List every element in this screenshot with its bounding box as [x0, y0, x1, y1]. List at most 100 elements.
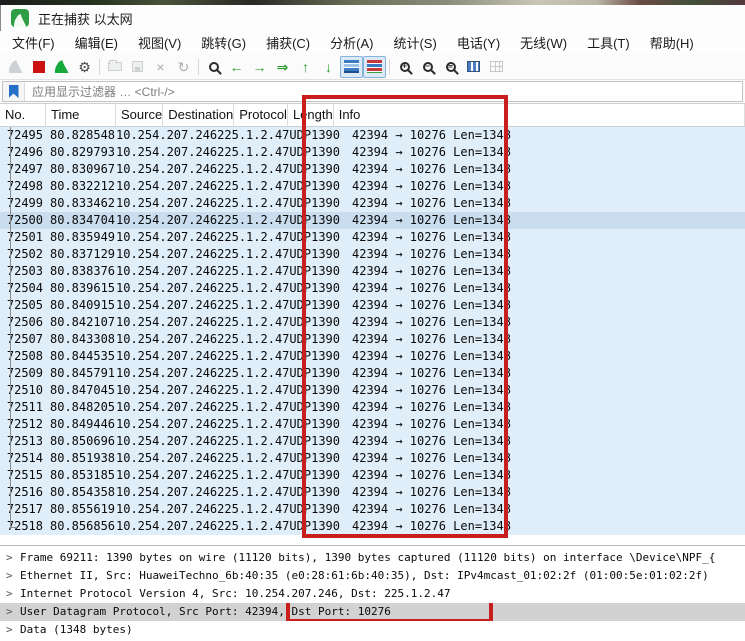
column-header-time[interactable]: Time	[46, 104, 116, 126]
expand-icon[interactable]: >	[6, 621, 20, 639]
reload-file-icon: ↻	[177, 58, 190, 75]
packet-row[interactable]: 72503 80.838376 10.254.207.246 225.1.2.47 UD…	[0, 263, 745, 280]
colorize-icon	[367, 60, 382, 73]
go-forward-button[interactable]: →	[248, 56, 271, 78]
filter-bookmark-button[interactable]	[3, 82, 25, 101]
column-header-protocol[interactable]: Protocol	[234, 104, 288, 126]
menu-item[interactable]: 捕获(C)	[256, 30, 320, 55]
go-back-button[interactable]: ←	[225, 56, 248, 78]
open-file-icon	[107, 60, 122, 71]
packet-row[interactable]: 72497 80.830967 10.254.207.246 225.1.2.47 UD…	[0, 161, 745, 178]
cell-time: 80.849446	[50, 417, 116, 431]
detail-line-data[interactable]: > Data (1348 bytes)	[0, 621, 745, 639]
cell-time: 80.843308	[50, 332, 116, 346]
packet-row[interactable]: 72509 80.845791 10.254.207.246 225.1.2.47 UD…	[0, 365, 745, 382]
menu-item[interactable]: 统计(S)	[383, 30, 446, 55]
packet-row[interactable]: 72511 80.848205 10.254.207.246 225.1.2.47 UD…	[0, 399, 745, 416]
cell-source: 10.254.207.246	[116, 281, 218, 295]
column-header-length[interactable]: Length	[288, 104, 334, 126]
close-file-icon: ×	[156, 58, 165, 75]
expand-icon[interactable]: >	[6, 603, 20, 621]
cell-time: 80.830967	[50, 162, 116, 176]
packet-row[interactable]: 72516 80.854358 10.254.207.246 225.1.2.47 UD…	[0, 484, 745, 501]
packet-row[interactable]: 72502 80.837129 10.254.207.246 225.1.2.47 UD…	[0, 246, 745, 263]
menu-item[interactable]: 跳转(G)	[191, 30, 256, 55]
restart-capture-button[interactable]	[50, 56, 73, 78]
column-header-no[interactable]: No.	[0, 104, 46, 126]
menu-item[interactable]: 工具(T)	[577, 30, 640, 55]
packet-row[interactable]: 72515 80.853185 10.254.207.246 225.1.2.47 UD…	[0, 467, 745, 484]
packet-row[interactable]: 72510 80.847045 10.254.207.246 225.1.2.47 UD…	[0, 382, 745, 399]
cell-no: 72518	[6, 519, 43, 533]
column-header-source[interactable]: Source	[116, 104, 164, 126]
packet-row[interactable]: 72496 80.829793 10.254.207.246 225.1.2.47 UD…	[0, 144, 745, 161]
cell-info: 42394 → 10276 Len=1348	[352, 213, 511, 227]
cell-no: 72509	[6, 366, 43, 380]
shark-fin-icon	[13, 14, 27, 27]
stop-capture-button[interactable]	[27, 56, 50, 78]
detail-text: Internet Protocol Version 4, Src: 10.254…	[20, 587, 451, 600]
detail-line-ip[interactable]: > Internet Protocol Version 4, Src: 10.25…	[0, 585, 745, 603]
start-capture-button	[4, 56, 27, 78]
find-packet-button[interactable]	[202, 56, 225, 78]
menu-item[interactable]: 帮助(H)	[640, 30, 704, 55]
packet-row[interactable]: 72512 80.849446 10.254.207.246 225.1.2.47 UD…	[0, 416, 745, 433]
expand-icon[interactable]: >	[6, 549, 20, 567]
cell-no: 72513	[6, 434, 43, 448]
packet-row[interactable]: 72495 80.828548 10.254.207.246 225.1.2.47 UD…	[0, 127, 745, 144]
cell-info: 42394 → 10276 Len=1348	[352, 417, 511, 431]
detail-text: User Datagram Protocol, Src Port: 42394,	[20, 605, 292, 618]
detail-line-udp[interactable]: > User Datagram Protocol, Src Port: 42394…	[0, 603, 745, 621]
resize-columns-button[interactable]	[462, 56, 485, 78]
display-filter-input[interactable]: 应用显示过滤器 … <Ctrl-/>	[2, 81, 743, 102]
expand-icon[interactable]: >	[6, 585, 20, 603]
menu-item[interactable]: 分析(A)	[320, 30, 383, 55]
cell-time: 80.832212	[50, 179, 116, 193]
zoom-reset-button[interactable]	[439, 56, 462, 78]
column-header-info[interactable]: Info	[334, 104, 745, 126]
packet-row[interactable]: 72508 80.844535 10.254.207.246 225.1.2.47 UD…	[0, 348, 745, 365]
cell-destination: 225.1.2.47	[217, 349, 290, 363]
colorize-button[interactable]	[363, 55, 386, 78]
cell-time: 80.837129	[50, 247, 116, 261]
packet-row[interactable]: 72498 80.832212 10.254.207.246 225.1.2.47 UD…	[0, 178, 745, 195]
packet-row[interactable]: 72501 80.835949 10.254.207.246 225.1.2.47 UD…	[0, 229, 745, 246]
packet-row[interactable]: 72506 80.842107 10.254.207.246 225.1.2.47 UD…	[0, 314, 745, 331]
auto-scroll-button[interactable]	[340, 55, 363, 78]
go-to-packet-icon: ⇒	[276, 58, 289, 75]
detail-line-ethernet[interactable]: > Ethernet II, Src: HuaweiTechno_6b:40:35…	[0, 567, 745, 585]
go-to-packet-button[interactable]: ⇒	[271, 56, 294, 78]
packet-row[interactable]: 72504 80.839615 10.254.207.246 225.1.2.47 UD…	[0, 280, 745, 297]
cell-no: 72498	[6, 179, 43, 193]
first-packet-button[interactable]: ↑	[294, 56, 317, 78]
cell-time: 80.845791	[50, 366, 116, 380]
packet-row[interactable]: 72514 80.851938 10.254.207.246 225.1.2.47 UD…	[0, 450, 745, 467]
cell-source: 10.254.207.246	[116, 468, 218, 482]
packet-row[interactable]: 72513 80.850696 10.254.207.246 225.1.2.47 UD…	[0, 433, 745, 450]
menu-item[interactable]: 编辑(E)	[65, 30, 128, 55]
menu-item[interactable]: 无线(W)	[510, 30, 577, 55]
column-header-destination[interactable]: Destination	[163, 104, 235, 126]
cell-no: 72497	[6, 162, 43, 176]
menu-item[interactable]: 电话(Y)	[447, 30, 510, 55]
detail-line-frame[interactable]: > Frame 69211: 1390 bytes on wire (11120 …	[0, 549, 745, 567]
expand-icon[interactable]: >	[6, 567, 20, 585]
cell-destination: 225.1.2.47	[217, 468, 290, 482]
menu-item[interactable]: 文件(F)	[2, 30, 65, 55]
cell-protocol: UDP	[289, 315, 312, 329]
packet-row[interactable]: 72507 80.843308 10.254.207.246 225.1.2.47 UD…	[0, 331, 745, 348]
cell-source: 10.254.207.246	[116, 417, 218, 431]
zoom-out-button[interactable]	[416, 56, 439, 78]
cell-length: 1390	[311, 400, 340, 414]
packet-row[interactable]: 72499 80.833462 10.254.207.246 225.1.2.47 UD…	[0, 195, 745, 212]
cell-length: 1390	[311, 366, 340, 380]
capture-options-button[interactable]: ⚙	[73, 56, 96, 78]
packet-row[interactable]: 72505 80.840915 10.254.207.246 225.1.2.47 UD…	[0, 297, 745, 314]
packet-row[interactable]: 72517 80.855619 10.254.207.246 225.1.2.47 UD…	[0, 501, 745, 518]
packet-row[interactable]: 72518 80.856856 10.254.207.246 225.1.2.47 UD…	[0, 518, 745, 535]
cell-time: 80.851938	[50, 451, 116, 465]
packet-row[interactable]: 72500 80.834704 10.254.207.246 225.1.2.47 UD…	[0, 212, 745, 229]
last-packet-button[interactable]: ↓	[317, 56, 340, 78]
menu-item[interactable]: 视图(V)	[128, 30, 191, 55]
zoom-in-button[interactable]	[393, 56, 416, 78]
